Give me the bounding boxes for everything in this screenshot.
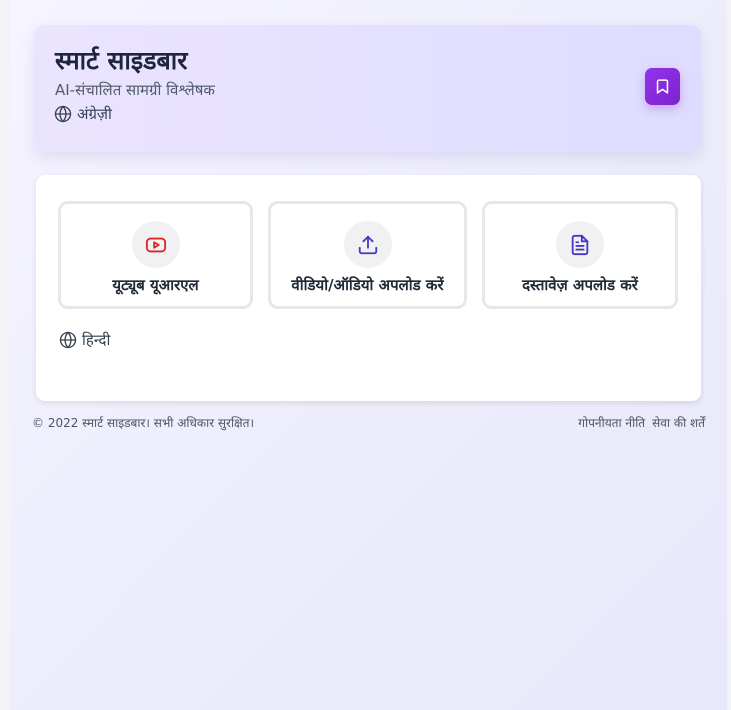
- upload-icon-circle: [343, 221, 392, 268]
- language-label: अंग्रेज़ी: [77, 105, 112, 123]
- youtube-icon: [145, 234, 167, 256]
- privacy-policy-link[interactable]: गोपनीयता नीति: [578, 414, 645, 431]
- document-icon-circle: [556, 221, 604, 268]
- youtube-url-option[interactable]: यूट्यूब यूआरएल: [58, 201, 253, 309]
- option-label-youtube: यूट्यूब यूआरएल: [112, 276, 199, 294]
- youtube-icon-circle: [131, 221, 180, 268]
- language-toggle[interactable]: अंग्रेज़ी: [54, 104, 112, 124]
- document-upload-option[interactable]: दस्तावेज़ अपलोड करें: [482, 201, 678, 309]
- globe-icon: [54, 105, 72, 123]
- content-language-selector[interactable]: हिन्दी: [59, 330, 110, 350]
- document-icon: [569, 234, 591, 256]
- app-subtitle: AI-संचालित सामग्री विश्लेषक: [55, 81, 215, 99]
- option-label-document: दस्तावेज़ अपलोड करें: [522, 276, 638, 294]
- bookmark-icon: [654, 78, 671, 95]
- app-title: स्मार्ट साइडबार: [55, 46, 188, 75]
- content-language-label: हिन्दी: [82, 331, 111, 349]
- footer-copyright: © 2022 स्मार्ट साइडबार। सभी अधिकार सुरक्…: [32, 416, 255, 430]
- footer-links: गोपनीयता नीति सेवा की शर्तें: [578, 414, 705, 431]
- globe-icon: [59, 331, 77, 349]
- terms-of-service-link[interactable]: सेवा की शर्तें: [652, 414, 705, 431]
- option-label-media: वीडियो/ऑडियो अपलोड करें: [291, 276, 444, 294]
- app-header: स्मार्ट साइडबार AI-संचालित सामग्री विश्ल…: [34, 25, 701, 152]
- media-upload-option[interactable]: वीडियो/ऑडियो अपलोड करें: [268, 201, 467, 309]
- input-options-panel: यूट्यूब यूआरएल वीडियो/ऑडियो अपलोड करें द…: [36, 175, 701, 401]
- app-frame: स्मार्ट साइडबार AI-संचालित सामग्री विश्ल…: [10, 0, 727, 710]
- bookmark-button[interactable]: [645, 68, 680, 105]
- upload-icon: [357, 234, 379, 256]
